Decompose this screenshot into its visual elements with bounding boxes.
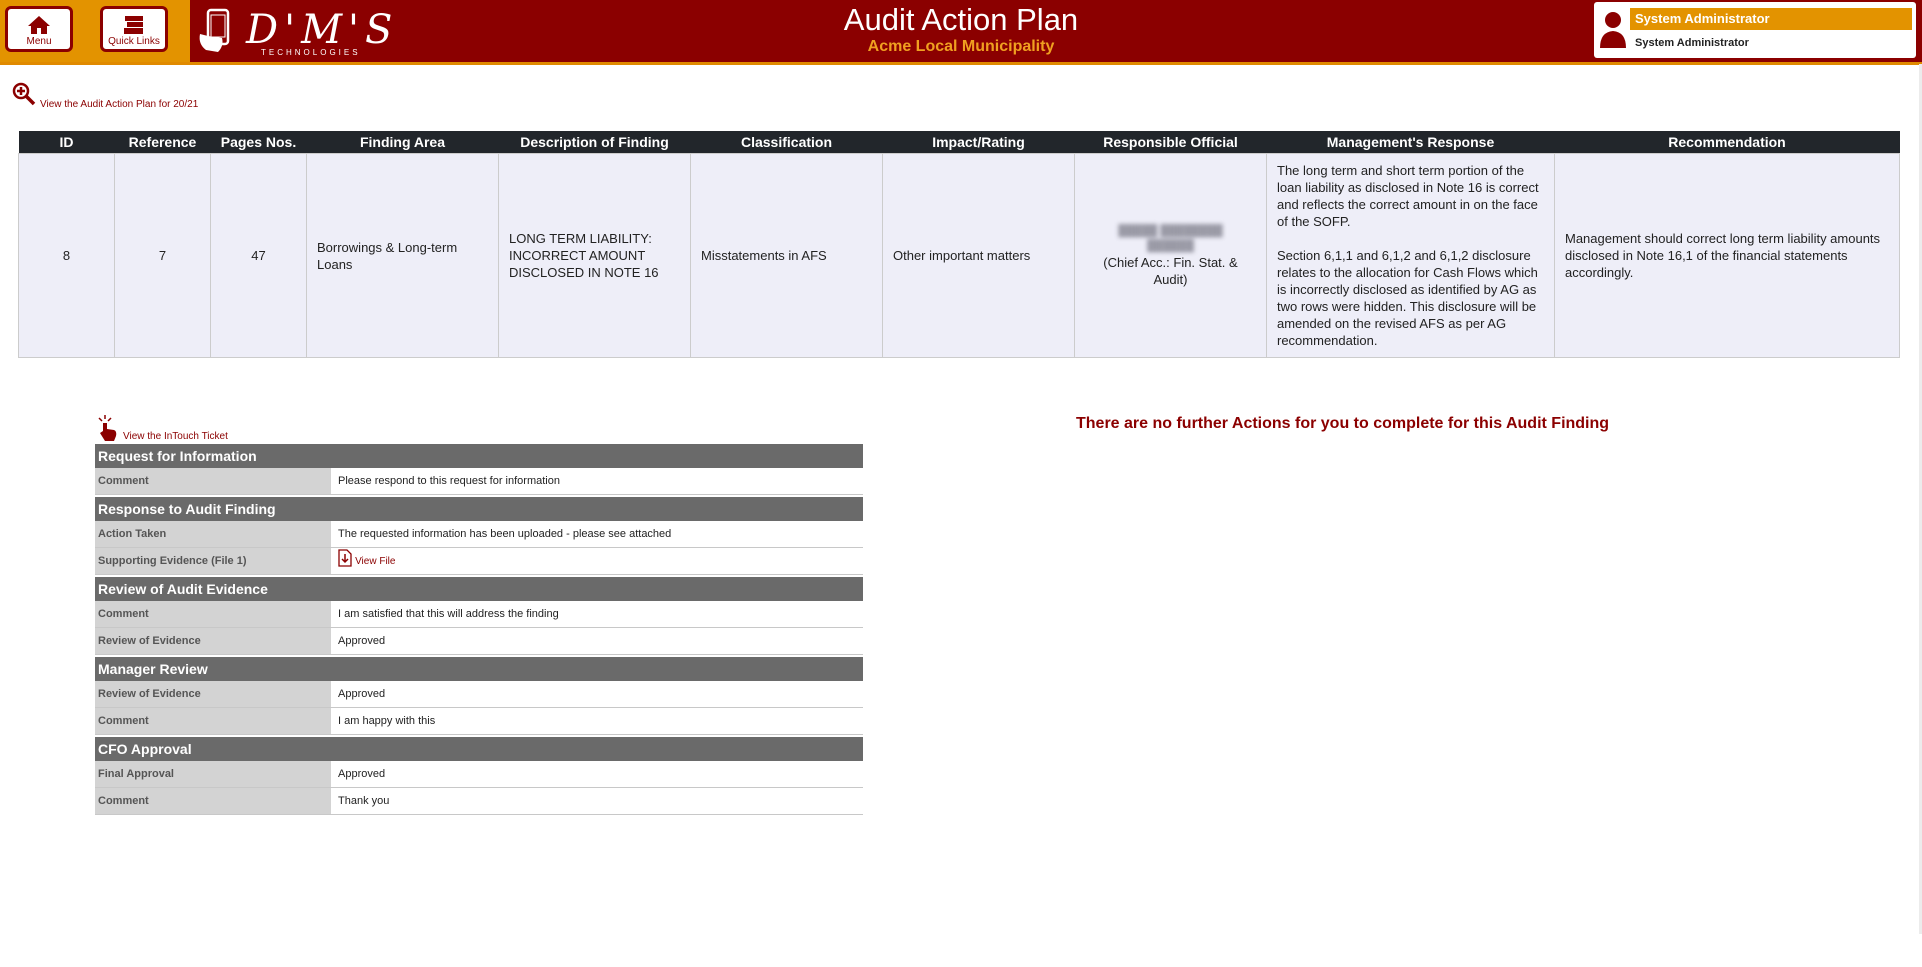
detail-row: Comment Please respond to this request f… [95, 468, 863, 495]
col-impact-header: Impact/Rating [882, 131, 1075, 154]
review-evidence-value: Approved [338, 635, 386, 647]
detail-row: Comment I am satisfied that this will ad… [95, 601, 863, 628]
request-comment-label: Comment [95, 468, 331, 494]
view-plan-label[interactable]: View the Audit Action Plan for 20/21 [40, 99, 198, 110]
review-comment-value: I am satisfied that this will address th… [338, 608, 559, 620]
intouch-ticket-label[interactable]: View the InTouch Ticket [123, 431, 228, 442]
user-role: System Administrator [1635, 37, 1749, 49]
col-response-header: Management's Response [1266, 131, 1555, 154]
pointer-hand-icon [98, 415, 117, 441]
section-review-evidence-header: Review of Audit Evidence [95, 577, 863, 601]
section-manager-review-header: Manager Review [95, 657, 863, 681]
detail-row: Supporting Evidence (File 1) View File [95, 548, 863, 575]
col-official-header: Responsible Official [1074, 131, 1267, 154]
official-title: (Chief Acc.: Fin. Stat. & Audit) [1103, 254, 1238, 287]
no-further-actions-message: There are no further Actions for you to … [1076, 415, 1610, 432]
finding-workflow-panel: Request for Information Comment Please r… [95, 444, 863, 815]
manager-review-label: Review of Evidence [95, 681, 331, 707]
col-finding-area-header: Finding Area [306, 131, 499, 154]
user-name: System Administrator [1630, 8, 1912, 30]
cell-management-response: The long term and short term portion of … [1266, 153, 1555, 358]
final-approval-label: Final Approval [95, 761, 331, 787]
audit-plan-table: ID Reference Pages Nos. Finding Area Des… [18, 131, 1900, 358]
table-header-row: ID Reference Pages Nos. Finding Area Des… [18, 131, 1900, 154]
response-paragraph-1: The long term and short term portion of … [1277, 163, 1539, 229]
review-evidence-label: Review of Evidence [95, 628, 331, 654]
col-description-header: Description of Finding [498, 131, 691, 154]
cell-responsible-official: █████ ████████ ██████ (Chief Acc.: Fin. S… [1074, 153, 1267, 358]
section-cfo-approval-header: CFO Approval [95, 737, 863, 761]
cfo-comment-label: Comment [95, 788, 331, 814]
zoom-in-icon [12, 82, 36, 106]
action-taken-value: The requested information has been uploa… [338, 528, 672, 540]
detail-row: Final Approval Approved [95, 761, 863, 788]
user-panel[interactable]: System Administrator System Administrato… [1594, 2, 1916, 58]
detail-row: Review of Evidence Approved [95, 628, 863, 655]
action-taken-label: Action Taken [95, 521, 331, 547]
manager-comment-label: Comment [95, 708, 331, 734]
detail-row: Action Taken The requested information h… [95, 521, 863, 548]
cell-id: 8 [18, 153, 115, 358]
app-header: Menu Quick Links D'M'S TECHNOLOGIES Audi… [0, 0, 1922, 65]
cell-recommendation: Management should correct long term liab… [1554, 153, 1900, 358]
cell-pages: 47 [210, 153, 307, 358]
redacted-official-name: █████ ████████ ██████ [1118, 224, 1223, 252]
response-paragraph-2: Section 6,1,1 and 6,1,2 and 6,1,2 disclo… [1277, 248, 1538, 348]
detail-row: Comment I am happy with this [95, 708, 863, 735]
cell-description: LONG TERM LIABILITY: INCORRECT AMOUNT DI… [498, 153, 691, 358]
col-reference-header: Reference [114, 131, 211, 154]
cell-finding-area: Borrowings & Long-term Loans [306, 153, 499, 358]
detail-row: Comment Thank you [95, 788, 863, 815]
col-id-header: ID [18, 131, 115, 154]
supporting-evidence-value: View File [335, 548, 863, 574]
request-comment-value: Please respond to this request for infor… [338, 475, 560, 487]
final-approval-value: Approved [338, 768, 386, 780]
review-comment-label: Comment [95, 601, 331, 627]
col-recommendation-header: Recommendation [1554, 131, 1900, 154]
user-avatar-icon [1600, 12, 1626, 48]
cfo-comment-value: Thank you [338, 795, 390, 807]
section-request-info-header: Request for Information [95, 444, 863, 468]
download-file-icon[interactable] [338, 549, 352, 567]
col-classification-header: Classification [690, 131, 883, 154]
manager-comment-value: I am happy with this [338, 715, 436, 727]
cell-impact: Other important matters [882, 153, 1075, 358]
cell-reference: 7 [114, 153, 211, 358]
detail-row: Review of Evidence Approved [95, 681, 863, 708]
view-file-link[interactable]: View File [355, 556, 395, 567]
col-pages-header: Pages Nos. [210, 131, 307, 154]
manager-review-value: Approved [338, 688, 386, 700]
cell-classification: Misstatements in AFS [690, 153, 883, 358]
intouch-ticket-link[interactable]: View the InTouch Ticket [97, 414, 317, 444]
table-row: 8 7 47 Borrowings & Long-term Loans LONG… [18, 153, 1900, 358]
section-response-header: Response to Audit Finding [95, 497, 863, 521]
supporting-evidence-label: Supporting Evidence (File 1) [95, 548, 331, 574]
